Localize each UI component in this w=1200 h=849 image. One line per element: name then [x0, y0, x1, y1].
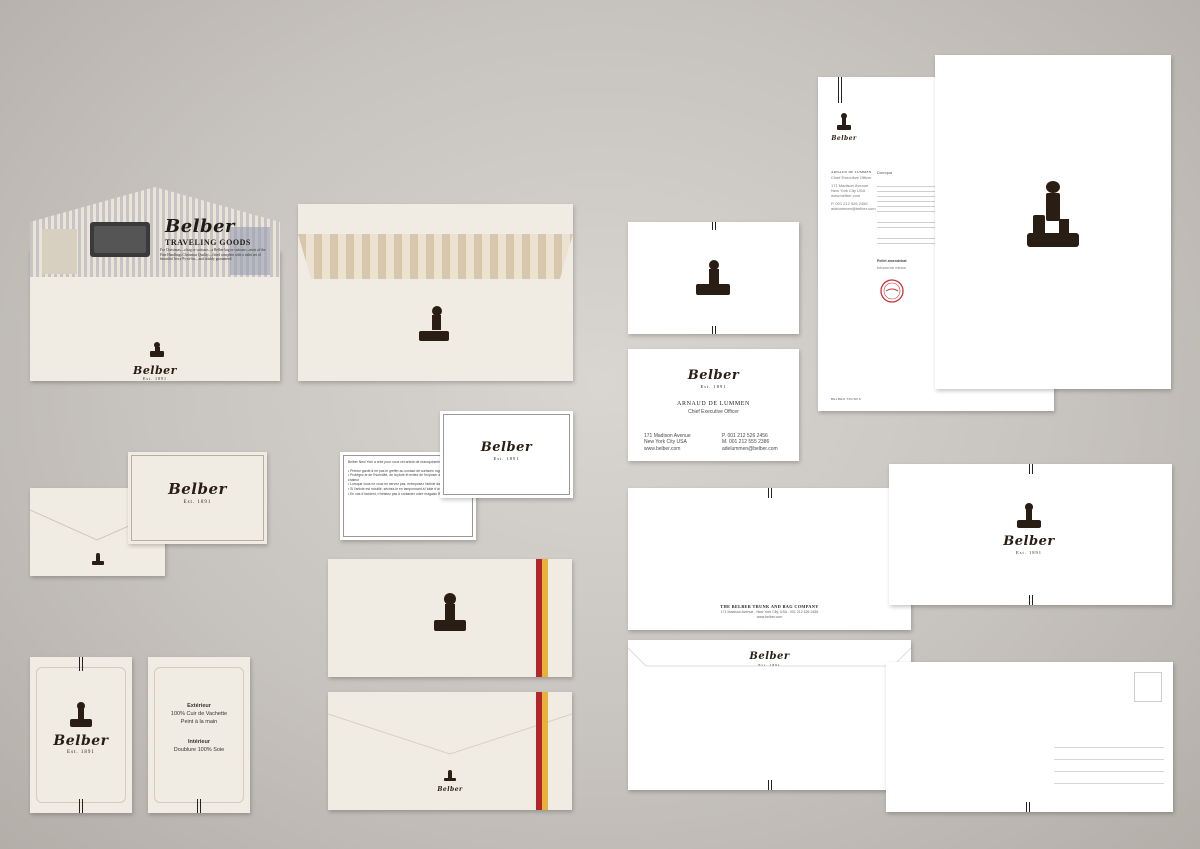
stamp-box — [1134, 672, 1162, 702]
vintage-ad-subheadline: TRAVELING GOODS — [165, 238, 251, 247]
bc-website: www.belber.com — [644, 445, 681, 452]
bc-name: ARNAUD DE LUMMEN — [677, 401, 750, 407]
tag-exterior-value1: 100% Cuir de Vachette — [170, 711, 228, 717]
belber-figure-icon — [419, 306, 449, 341]
white-note-wordmark: Belber — [480, 440, 533, 455]
tag-interior-value: Doublure 100% Soie — [173, 747, 225, 753]
vintage-ad-flap — [30, 187, 280, 277]
belber-figure-icon — [434, 593, 466, 631]
white-note-est: Est. 1891 — [493, 456, 520, 461]
vintage-ad-headline: Belber — [165, 216, 236, 237]
belber-figure-icon — [444, 770, 456, 781]
letterhead-closing: Pellet amendebat — [877, 259, 907, 263]
tag-exterior-label: Extérieur — [187, 703, 211, 709]
striped-lining — [298, 204, 573, 279]
letterhead-body-lines — [877, 186, 935, 248]
long-envelope-back: Belber — [328, 692, 572, 810]
note-card-est: Est. 1891 — [183, 500, 212, 505]
envelope-figure — [413, 304, 457, 349]
white-envelope-back: Belber Est. 1891 — [628, 640, 911, 790]
large-envelope-address: THE BELBER TRUNK AND BAG COMPANY 171 Mad… — [628, 488, 911, 630]
envelope-logo: Belber Est. 1891 — [130, 342, 180, 381]
long-envelope-front — [328, 559, 572, 677]
greeting-card: Belber Est. 1891 — [889, 464, 1172, 605]
letterhead-name: ARNAUD DE LUMMEN — [831, 170, 872, 174]
env-back-est: Est. 1891 — [758, 663, 781, 667]
letterhead-salutation: Domqua — [877, 170, 893, 175]
greeting-est: Est. 1891 — [1015, 550, 1042, 555]
bc-wordmark: Belber — [687, 368, 740, 383]
company-address: 171 Madison Avenue - New York City, USA … — [720, 610, 819, 614]
envelope-striped — [298, 204, 573, 381]
bc-est: Est. 1891 — [700, 384, 727, 389]
belber-figure-icon — [92, 553, 104, 565]
bc-title: Chief Executive Officer — [688, 409, 739, 415]
address-lines — [1054, 747, 1164, 784]
compliment-card — [628, 222, 799, 334]
hang-tag-front: Belber Est. 1891 — [30, 657, 132, 813]
company-website: www.belber.com — [756, 615, 783, 619]
bc-address2: New York City USA — [644, 439, 687, 446]
lh-email: adelummen@belber.com — [831, 206, 876, 211]
env-back-wordmark: Belber — [749, 651, 790, 662]
letterhead-wordmark: Belber — [831, 135, 857, 142]
note-card-wordmark: Belber — [168, 480, 227, 498]
tag-wordmark: Belber — [53, 733, 109, 749]
vintage-ad-body: For Christmas—a bag or suitcase—a Belber… — [160, 248, 266, 262]
white-note-card: Belber Est. 1891 — [440, 411, 573, 498]
long-env-wordmark: Belber — [437, 786, 463, 793]
company-line: THE BELBER TRUNK AND BAG COMPANY — [720, 604, 819, 609]
bc-email: adelummen@belber.com — [722, 445, 778, 452]
hang-tag-back: Extérieur 100% Cuir de Vachette Peint à … — [148, 657, 250, 813]
letterhead-signature-name: futurorum minus — [877, 265, 906, 270]
letterhead-title: Chief Executive Officer — [831, 175, 872, 180]
vintage-ad-insert: Belber TRAVELING GOODS For Christmas—a b… — [30, 187, 280, 277]
tag-est: Est. 1891 — [67, 750, 95, 755]
greeting-wordmark: Belber — [1003, 534, 1055, 549]
wordmark: Belber — [133, 364, 177, 377]
postcard — [886, 662, 1173, 812]
belber-figure-icon — [837, 113, 851, 130]
letterhead-footer: BELBER TRUNKS — [831, 397, 862, 401]
belber-figure-icon — [150, 342, 164, 357]
belber-figure-icon — [1017, 503, 1041, 528]
tag-exterior-value2: Peint à la main — [180, 719, 218, 725]
tag-interior-label: Intérieur — [187, 739, 210, 745]
red-stamp — [878, 277, 906, 310]
belber-figure-icon — [70, 702, 92, 727]
business-card: Belber Est. 1891 ARNAUD DE LUMMEN Chief … — [628, 349, 799, 461]
belber-figure-icon — [1027, 181, 1079, 247]
note-card: Belber Est. 1891 — [128, 452, 267, 544]
seal-stamp-icon — [880, 279, 904, 303]
letterhead-page-two — [935, 55, 1171, 389]
belber-figure-icon — [696, 260, 730, 295]
